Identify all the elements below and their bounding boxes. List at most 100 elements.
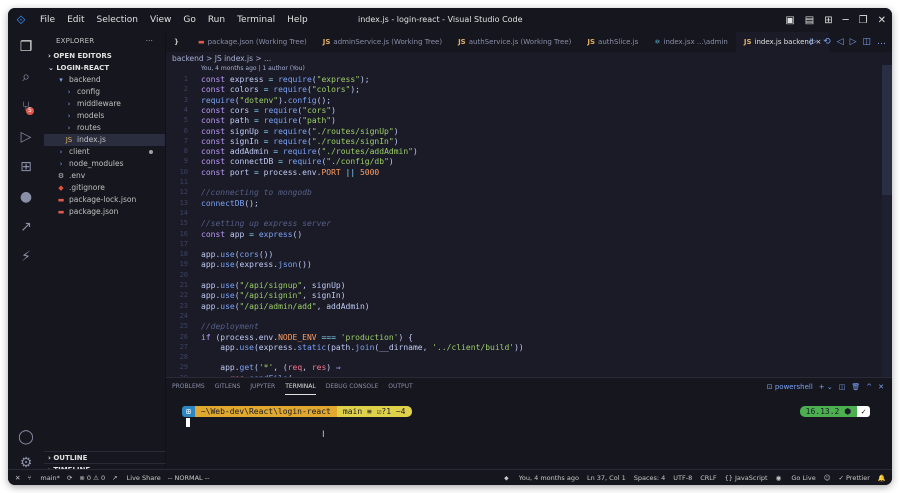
- code-line[interactable]: app.use("/api/signup", signUp): [201, 281, 346, 290]
- prettier-status[interactable]: ✓ Prettier: [838, 470, 869, 485]
- menu-run[interactable]: Run: [202, 8, 231, 32]
- problems-status[interactable]: ⊗ 0 ⚠ 0: [79, 474, 105, 482]
- maximize-button[interactable]: ❐: [859, 15, 868, 26]
- menu-terminal[interactable]: Terminal: [231, 8, 281, 32]
- code-line[interactable]: connectDB();: [201, 199, 259, 208]
- breadcrumb[interactable]: backend > JS index.js > ...: [166, 52, 892, 65]
- panel-tab-debug-console[interactable]: DEBUG CONSOLE: [326, 378, 379, 396]
- search-icon[interactable]: ⌕: [8, 62, 44, 92]
- code-line[interactable]: //setting up express server: [201, 219, 331, 228]
- tree-item-routes[interactable]: › routes: [44, 122, 165, 134]
- copilot-icon[interactable]: ☺: [824, 470, 831, 485]
- blame-status[interactable]: ⬥ You, 4 months ago: [504, 470, 579, 485]
- panel-tab-jupyter[interactable]: JUPYTER: [250, 378, 275, 396]
- tab-0[interactable]: }: [166, 32, 190, 52]
- tree-item-client[interactable]: › client: [44, 146, 165, 158]
- code-line[interactable]: const cors = require("cors"): [201, 106, 336, 115]
- menu-help[interactable]: Help: [281, 8, 314, 32]
- code-line[interactable]: //connecting to mongodb: [201, 188, 312, 197]
- code-line[interactable]: app.get('*', (req, res) ⇒: [201, 363, 340, 372]
- code-line[interactable]: const signIn = require("./routes/signIn"…: [201, 137, 399, 146]
- tree-item-package-lock-json[interactable]: ▬ package-lock.json: [44, 194, 165, 206]
- code-line[interactable]: app.use(express.static(path.join(__dirna…: [201, 343, 523, 352]
- run-debug-icon[interactable]: ▷: [8, 122, 44, 152]
- scrollbar-thumb[interactable]: [882, 65, 892, 195]
- tab-1[interactable]: ▬ package.json (Working Tree): [190, 32, 315, 52]
- code-line[interactable]: app.use("/api/signin", signIn): [201, 291, 346, 300]
- git-next-icon[interactable]: ▷: [850, 32, 857, 52]
- encoding[interactable]: UTF-8: [673, 470, 692, 485]
- go-live-button[interactable]: ◉ Go Live: [776, 470, 816, 485]
- thunder-client-icon[interactable]: ⚡: [8, 242, 44, 272]
- tree-item-index-js[interactable]: JS index.js: [44, 134, 165, 146]
- code-line[interactable]: const signUp = require("./routes/signUp"…: [201, 127, 399, 136]
- tab-2[interactable]: JS adminService.js (Working Tree): [315, 32, 450, 52]
- outline-section[interactable]: › OUTLINE: [44, 451, 166, 463]
- menu-selection[interactable]: Selection: [91, 8, 144, 32]
- panel-toggle-icon[interactable]: ▤: [805, 15, 814, 26]
- panel-tab-problems[interactable]: PROBLEMS: [172, 378, 205, 396]
- live-share-icon[interactable]: ↗: [8, 212, 44, 242]
- tree-item-backend[interactable]: ▾ backend: [44, 74, 165, 86]
- project-section[interactable]: ⌄ LOGIN-REACT: [44, 62, 165, 74]
- tree-item-middleware[interactable]: › middleware: [44, 98, 165, 110]
- codelens-blame[interactable]: You, 4 months ago | 1 author (You): [201, 65, 305, 72]
- tree-item-config[interactable]: › config: [44, 86, 165, 98]
- code-line[interactable]: require("dotenv").config();: [201, 96, 331, 105]
- layout-toggle-icon[interactable]: ▣: [785, 15, 794, 26]
- menu-view[interactable]: View: [144, 8, 177, 32]
- code-line[interactable]: const express = require("express");: [201, 75, 370, 84]
- code-line[interactable]: app.use("/api/admin/add", addAdmin): [201, 302, 370, 311]
- remote-icon[interactable]: ✕: [15, 474, 20, 482]
- indentation[interactable]: Spaces: 4: [634, 470, 666, 485]
- panel-tab-gitlens[interactable]: GITLENS: [215, 378, 241, 396]
- live-share-status[interactable]: ↗ Live Share: [112, 474, 161, 482]
- maximize-panel-icon[interactable]: ^: [866, 378, 872, 396]
- trash-icon[interactable]: 🗑: [851, 378, 860, 396]
- tree-item--env[interactable]: ⚙ .env: [44, 170, 165, 182]
- git-prev-icon[interactable]: ◁: [837, 32, 844, 52]
- terminal-shell-icon[interactable]: ⊡ powershell: [767, 378, 813, 396]
- tab-3[interactable]: JS authService.js (Working Tree): [450, 32, 579, 52]
- github-icon[interactable]: ●: [8, 182, 44, 212]
- open-editors-section[interactable]: › OPEN EDITORS: [44, 50, 165, 62]
- editor-scrollbar[interactable]: [882, 65, 892, 377]
- more-actions-icon[interactable]: ···: [146, 32, 153, 50]
- minimize-button[interactable]: ─: [843, 15, 849, 26]
- menu-go[interactable]: Go: [177, 8, 201, 32]
- panel-tab-terminal[interactable]: TERMINAL: [285, 380, 316, 395]
- tree-item-node-modules[interactable]: › node_modules: [44, 158, 165, 170]
- more-icon[interactable]: …: [877, 32, 886, 52]
- code-line[interactable]: const colors = require("colors");: [201, 85, 360, 94]
- code-editor[interactable]: You, 4 months ago | 1 author (You) 1 cons…: [166, 65, 882, 377]
- extensions-icon[interactable]: ⊞: [8, 152, 44, 182]
- sync-icon[interactable]: ⟳: [67, 474, 72, 482]
- code-line[interactable]: const path = require("path"): [201, 116, 336, 125]
- customize-layout-icon[interactable]: ⊞: [824, 15, 832, 26]
- cursor-position[interactable]: Ln 37, Col 1: [587, 470, 626, 485]
- code-line[interactable]: app.use(cors()): [201, 250, 273, 259]
- menu-file[interactable]: File: [34, 8, 61, 32]
- tree-item-models[interactable]: › models: [44, 110, 165, 122]
- tab-4[interactable]: JS authSlice.js: [579, 32, 646, 52]
- run-icon[interactable]: ▷: [810, 32, 817, 52]
- close-panel-icon[interactable]: ✕: [878, 378, 884, 396]
- code-line[interactable]: const app = express(): [201, 230, 302, 239]
- line-ending[interactable]: CRLF: [700, 470, 716, 485]
- tree-item--gitignore[interactable]: ◆ .gitignore: [44, 182, 165, 194]
- menu-edit[interactable]: Edit: [61, 8, 90, 32]
- new-terminal-icon[interactable]: + ⌄: [819, 378, 833, 396]
- branch-status[interactable]: ⑂ main*: [27, 474, 59, 482]
- code-line[interactable]: //deployment: [201, 322, 259, 331]
- explorer-icon[interactable]: ❐: [8, 32, 44, 62]
- source-control-icon[interactable]: ⑂ 5: [8, 92, 44, 122]
- tab-5[interactable]: ⚛ index.jsx ...\admin: [646, 32, 736, 52]
- language-mode[interactable]: {} JavaScript: [725, 470, 768, 485]
- close-button[interactable]: ✕: [878, 15, 886, 26]
- tree-item-package-json[interactable]: ▬ package.json: [44, 206, 165, 218]
- code-line[interactable]: const addAdmin = require("./routes/addAd…: [201, 147, 418, 156]
- git-compare-icon[interactable]: ⟲: [823, 32, 831, 52]
- code-line[interactable]: const connectDB = require("./config/db"): [201, 157, 394, 166]
- notifications-icon[interactable]: 🔔: [878, 470, 886, 485]
- split-terminal-icon[interactable]: ◫: [839, 378, 846, 396]
